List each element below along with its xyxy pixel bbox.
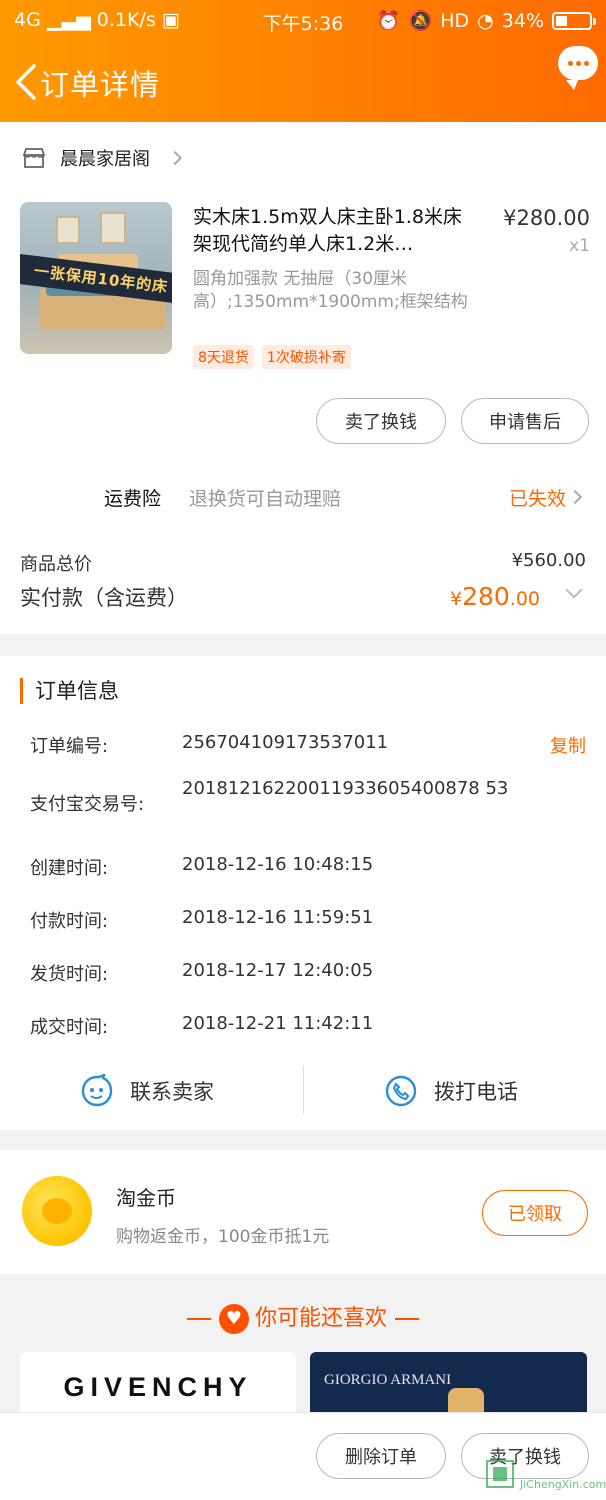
chevron-down-icon[interactable]: [565, 581, 583, 599]
coin-card: 淘金币 购物返金币，100金币抵1元 已领取: [0, 1150, 606, 1274]
copy-button[interactable]: 复制: [550, 732, 586, 758]
chevron-right-icon: [567, 489, 583, 505]
hd-indicator: HD: [440, 9, 470, 32]
battery-percent: 34%: [501, 9, 544, 32]
order-info-title: 订单信息: [20, 678, 119, 704]
service-tags: 8天退货 1次破损补寄: [193, 345, 351, 369]
header: 4G ▁▃▅ 0.1K/s ▣ 下午5:36 ⏰ 🔕 HD ◔ 34% 订单详情: [0, 0, 606, 122]
status-bar: 4G ▁▃▅ 0.1K/s ▣ 下午5:36 ⏰ 🔕 HD ◔ 34%: [0, 0, 606, 42]
mute-icon: 🔕: [408, 10, 433, 32]
recommend-header: ♥ 你可能还喜欢: [0, 1300, 606, 1334]
contact-seller-button[interactable]: 联系卖家: [80, 1066, 214, 1116]
bottom-action-bar: 删除订单 卖了换钱 JiChengXin.com: [0, 1412, 606, 1500]
recommend-title: 你可能还喜欢: [254, 1306, 387, 1331]
shop-name: 晨晨家居阁: [60, 149, 150, 170]
product-sku: 圆角加强款 无抽屉（30厘米高）;1350mm*1900mm;框架结构: [193, 269, 468, 312]
product-quantity: x1: [569, 236, 590, 256]
delete-order-button[interactable]: 删除订单: [316, 1433, 446, 1479]
product-title[interactable]: 实木床1.5m双人床主卧1.8米床架现代简约单人床1.2米…: [193, 204, 475, 258]
product-image[interactable]: 一张保用10年的床: [20, 202, 172, 354]
back-arrow-icon[interactable]: [12, 62, 40, 102]
nav-bar: 订单详情: [0, 42, 606, 122]
product-price: ¥280.00: [503, 206, 590, 230]
coin-claimed-button[interactable]: 已领取: [482, 1190, 588, 1236]
heart-icon: ♥: [218, 1304, 249, 1334]
insurance-label: 运费险: [104, 488, 162, 510]
goods-total-label: 商品总价: [20, 554, 92, 575]
paid-label: 实付款（含运费）: [20, 586, 188, 610]
sell-button[interactable]: 卖了换钱: [316, 398, 446, 444]
shop-row[interactable]: 晨晨家居阁: [22, 142, 183, 174]
brand-logo: GIORGIO ARMANI: [324, 1372, 452, 1388]
battery-level: [556, 15, 567, 26]
insurance-status: 已失效: [508, 488, 566, 510]
page-title: 订单详情: [40, 68, 161, 102]
order-card: 晨晨家居阁 一张保用10年的床 实木床1.5m双人床主卧1.8米床架现代简约单人…: [0, 122, 606, 634]
battery-icon: [552, 11, 596, 30]
watermark: JiChengXin.com: [486, 1460, 606, 1496]
phone-icon: [385, 1075, 417, 1107]
alarm-icon: ⏰: [376, 10, 401, 32]
insurance-desc: 退换货可自动理赔: [189, 488, 342, 510]
call-phone-button[interactable]: 拨打电话: [384, 1066, 518, 1116]
divider: [303, 1066, 304, 1114]
contact-row: 联系卖家 拨打电话: [0, 1066, 606, 1116]
coin-subtitle: 购物返金币，100金币抵1元: [116, 1227, 330, 1247]
goods-total-value: ¥560.00: [511, 550, 586, 571]
after-sales-button[interactable]: 申请售后: [461, 398, 589, 444]
brand-logo: GIVENCHY: [63, 1372, 253, 1402]
shipping-insurance-row[interactable]: 运费险 退换货可自动理赔 已失效: [0, 480, 606, 514]
tag-damage: 1次破损补寄: [261, 345, 351, 369]
coin-title: 淘金币: [116, 1186, 176, 1210]
chevron-right-icon: [167, 150, 183, 166]
store-icon: [22, 148, 46, 168]
paid-value: ¥280.00: [449, 582, 540, 611]
chat-face-icon: [81, 1074, 113, 1107]
tag-return: 8天退货: [193, 345, 254, 369]
wifi-icon: ◔: [477, 9, 494, 32]
goods-total-row: 商品总价 ¥560.00: [20, 550, 586, 576]
order-info-card: 订单信息 复制 订单编号: 256704109173537011 支付宝交易号:…: [0, 656, 606, 1130]
gold-coin-icon: [22, 1176, 92, 1246]
paid-row[interactable]: 实付款（含运费） ¥280.00: [20, 581, 586, 612]
more-menu-icon[interactable]: [558, 46, 598, 90]
